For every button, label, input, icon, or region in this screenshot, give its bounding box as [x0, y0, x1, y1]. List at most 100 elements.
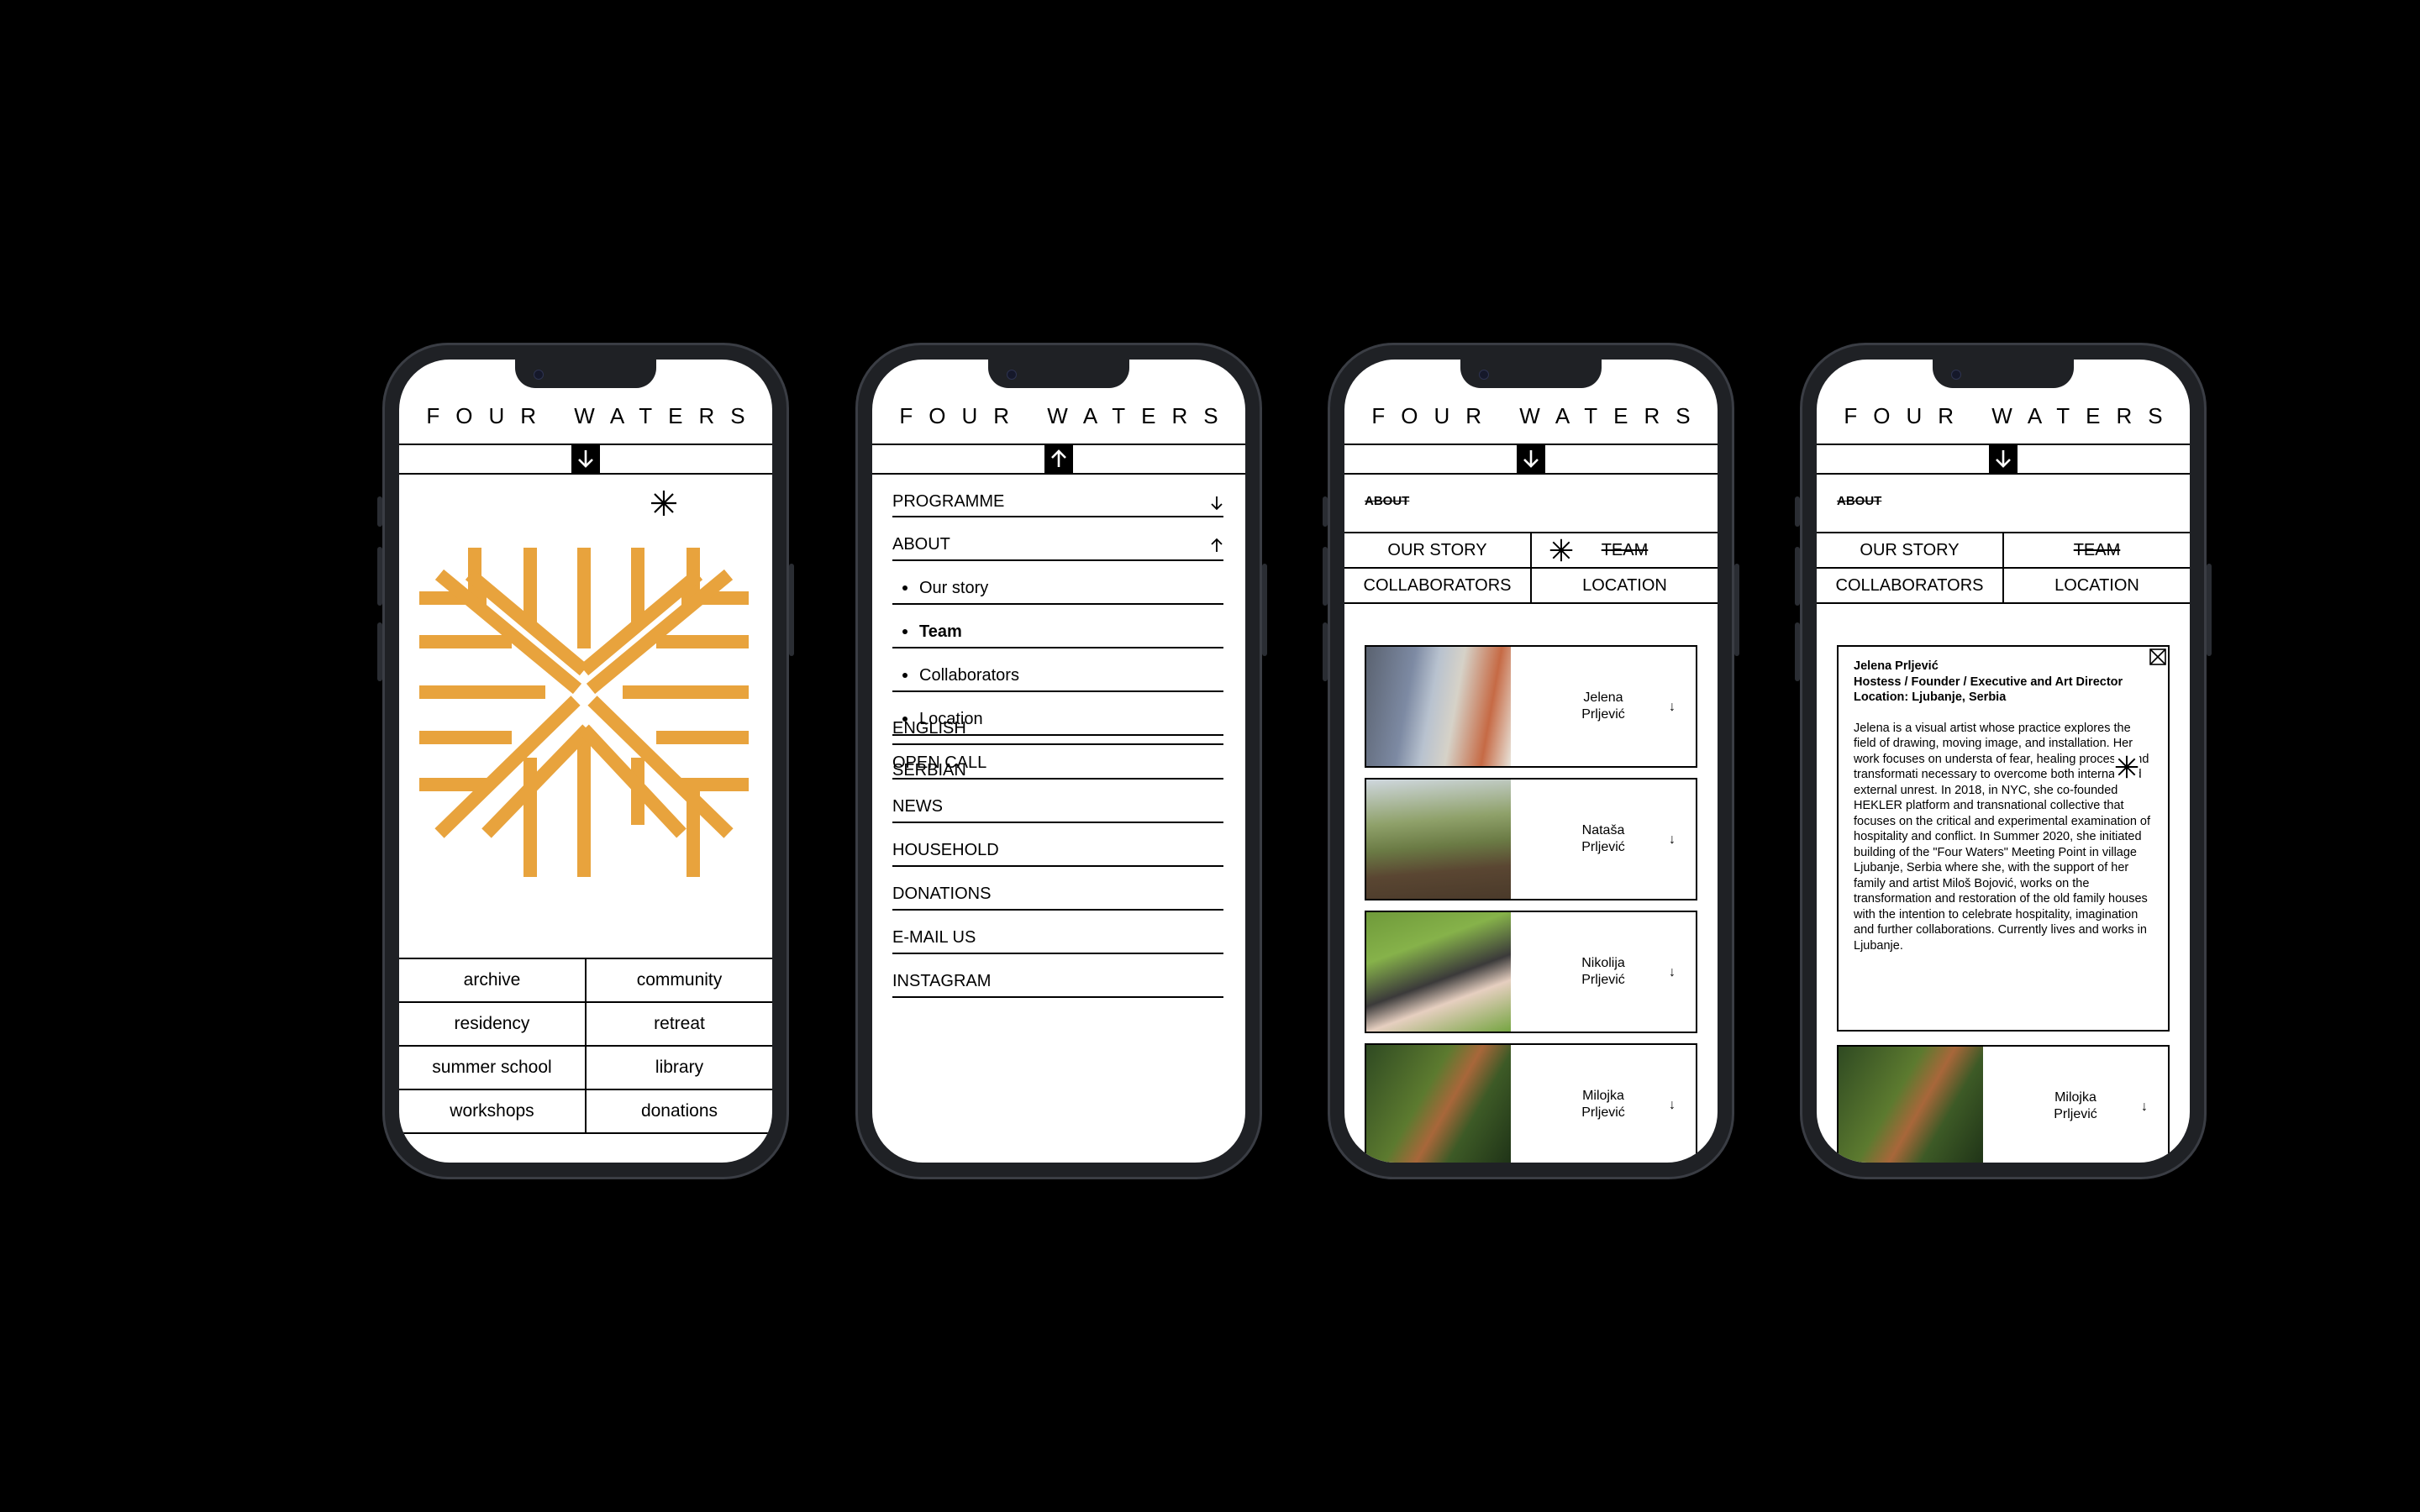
- bio-location: Location: Ljubanje, Serbia: [1854, 690, 2007, 704]
- nav-item[interactable]: Our story: [892, 561, 1223, 605]
- language-option[interactable]: ENGLISH: [892, 701, 1223, 745]
- team-card[interactable]: Jelena Prljević ↓: [1365, 645, 1697, 768]
- bio-name: Jelena Prljević: [1854, 659, 1939, 673]
- home-menu-row: summer school library: [399, 1047, 772, 1090]
- team-name: Milojka Prljević ↓: [2054, 1090, 2148, 1121]
- home-menu-item[interactable]: archive: [399, 959, 587, 1001]
- chevron-up-icon[interactable]: [1210, 538, 1223, 553]
- arrow-down-icon: ↓: [1669, 965, 1676, 979]
- bio-header: Jelena Prljević Hostess / Founder / Exec…: [1854, 659, 2153, 706]
- menu-toggle-bar: [1817, 444, 2190, 475]
- home-menu-grid: archive community residency retreat summer s…: [399, 958, 772, 1134]
- chevron-down-icon[interactable]: [1210, 496, 1223, 511]
- nav-item[interactable]: PROGRAMME: [892, 484, 1223, 517]
- about-tabs: OUR STORY TEAM COLLABORATORS LOCATION: [1817, 532, 2190, 604]
- arrow-down-icon: ↓: [2141, 1100, 2148, 1114]
- nav-item[interactable]: INSTAGRAM: [892, 954, 1223, 998]
- bullet-icon: [902, 673, 908, 678]
- tab-team[interactable]: TEAM: [1532, 533, 1718, 567]
- nav-item-label: HOUSEHOLD: [892, 841, 999, 859]
- about-tabs: OUR STORY TEAM COLLABORATORS LOCATION: [1344, 532, 1718, 604]
- home-menu-row: archive community: [399, 959, 772, 1003]
- tab-location[interactable]: LOCATION: [1532, 569, 1718, 602]
- tab-collaborators[interactable]: COLLABORATORS: [1817, 569, 2004, 602]
- tab-our-story[interactable]: OUR STORY: [1817, 533, 2004, 567]
- home-menu-item[interactable]: library: [587, 1047, 772, 1089]
- tab-collaborators[interactable]: COLLABORATORS: [1344, 569, 1532, 602]
- team-name: Nataša Prljević ↓: [1581, 823, 1676, 854]
- bio-text: Jelena is a visual artist whose practice…: [1854, 721, 2151, 953]
- nav-item[interactable]: NEWS: [892, 780, 1223, 823]
- section-label-about: ABOUT: [1837, 494, 1882, 508]
- logo-stroke: [586, 569, 734, 695]
- asterisk-icon: [1549, 538, 1573, 562]
- team-card[interactable]: Nataša Prljević ↓: [1365, 778, 1697, 900]
- bio-role: Hostess / Founder / Executive and Art Di…: [1854, 675, 2123, 689]
- home-menu-item[interactable]: summer school: [399, 1047, 587, 1089]
- tab-team-label: TEAM: [1601, 541, 1649, 559]
- bio-panel: Jelena Prljević Hostess / Founder / Exec…: [1837, 645, 2170, 1032]
- arrow-down-icon: [578, 450, 593, 468]
- language-option[interactable]: SERBIAN: [892, 743, 1223, 785]
- nav-item[interactable]: ABOUT: [892, 517, 1223, 561]
- home-menu-item[interactable]: residency: [399, 1003, 587, 1045]
- team-photo: [1839, 1047, 1983, 1163]
- nav-item-label: Collaborators: [919, 666, 1019, 685]
- team-card[interactable]: Nikolija Prljević ↓: [1365, 911, 1697, 1033]
- arrow-up-icon: [1051, 449, 1066, 467]
- nav-item-label: E-MAIL US: [892, 928, 976, 947]
- tab-location[interactable]: LOCATION: [2004, 569, 2190, 602]
- arrow-down-icon: ↓: [1669, 1098, 1676, 1112]
- team-photo: [1366, 780, 1511, 899]
- phone-team-list: FOUR WATERS ABOUT OUR STORY TEAM COLLABO…: [1323, 343, 1739, 1179]
- phone-home: FOUR WATERS archive community residency ret…: [377, 343, 794, 1179]
- menu-close-button[interactable]: [1044, 445, 1073, 473]
- home-menu-row: workshops donations: [399, 1090, 772, 1134]
- four-waters-logo: [419, 548, 749, 877]
- arrow-down-icon: [1996, 450, 2011, 468]
- home-menu-item[interactable]: donations: [587, 1090, 772, 1132]
- home-menu-item[interactable]: community: [587, 959, 772, 1001]
- home-menu-row: residency retreat: [399, 1003, 772, 1047]
- arrow-down-icon: ↓: [1669, 700, 1676, 714]
- arrow-down-icon: ↓: [1669, 832, 1676, 847]
- team-card[interactable]: Milojka Prljević ↓: [1365, 1043, 1697, 1163]
- arrow-down-icon: [1523, 450, 1539, 468]
- nav-item[interactable]: HOUSEHOLD: [892, 823, 1223, 867]
- asterisk-icon: [2114, 754, 2139, 780]
- team-name: Jelena Prljević ↓: [1581, 690, 1676, 722]
- brand-logotype[interactable]: FOUR WATERS: [872, 403, 1245, 429]
- menu-toggle-bar: [399, 444, 772, 475]
- brand-logotype[interactable]: FOUR WATERS: [1817, 403, 2190, 429]
- screen-navigation: FOUR WATERS PROGRAMME ABOUT Our story Team C…: [872, 360, 1245, 1163]
- screen-team-list: FOUR WATERS ABOUT OUR STORY TEAM COLLABO…: [1344, 360, 1718, 1163]
- nav-item[interactable]: Team: [892, 605, 1223, 648]
- home-menu-item[interactable]: retreat: [587, 1003, 772, 1045]
- home-menu-item[interactable]: workshops: [399, 1090, 587, 1132]
- brand-logotype[interactable]: FOUR WATERS: [399, 403, 772, 429]
- menu-open-button[interactable]: [1517, 445, 1545, 473]
- nav-item-label: PROGRAMME: [892, 492, 1005, 511]
- team-card[interactable]: Milojka Prljević ↓: [1837, 1045, 2170, 1163]
- menu-open-button[interactable]: [571, 445, 600, 473]
- nav-item[interactable]: E-MAIL US: [892, 911, 1223, 954]
- menu-toggle-bar: [1344, 444, 1718, 475]
- menu-open-button[interactable]: [1989, 445, 2018, 473]
- team-photo: [1366, 912, 1511, 1032]
- nav-item[interactable]: DONATIONS: [892, 867, 1223, 911]
- screen-team-bio: FOUR WATERS ABOUT OUR STORY TEAM COLLABO…: [1817, 360, 2190, 1163]
- team-name: Nikolija Prljević ↓: [1581, 956, 1676, 987]
- section-label-about: ABOUT: [1365, 494, 1410, 508]
- menu-toggle-bar: [872, 444, 1245, 475]
- bullet-icon: [902, 585, 908, 591]
- tab-team[interactable]: TEAM: [2004, 533, 2190, 567]
- brand-logotype[interactable]: FOUR WATERS: [1344, 403, 1718, 429]
- close-icon[interactable]: [2149, 648, 2166, 665]
- asterisk-icon: [650, 489, 678, 523]
- nav-item[interactable]: Collaborators: [892, 648, 1223, 692]
- nav-item-label: NEWS: [892, 797, 943, 816]
- nav-item-label: DONATIONS: [892, 885, 992, 903]
- phone-navigation: FOUR WATERS PROGRAMME ABOUT Our story Team C…: [855, 343, 1267, 1179]
- tab-our-story[interactable]: OUR STORY: [1344, 533, 1532, 567]
- team-photo: [1366, 1045, 1511, 1163]
